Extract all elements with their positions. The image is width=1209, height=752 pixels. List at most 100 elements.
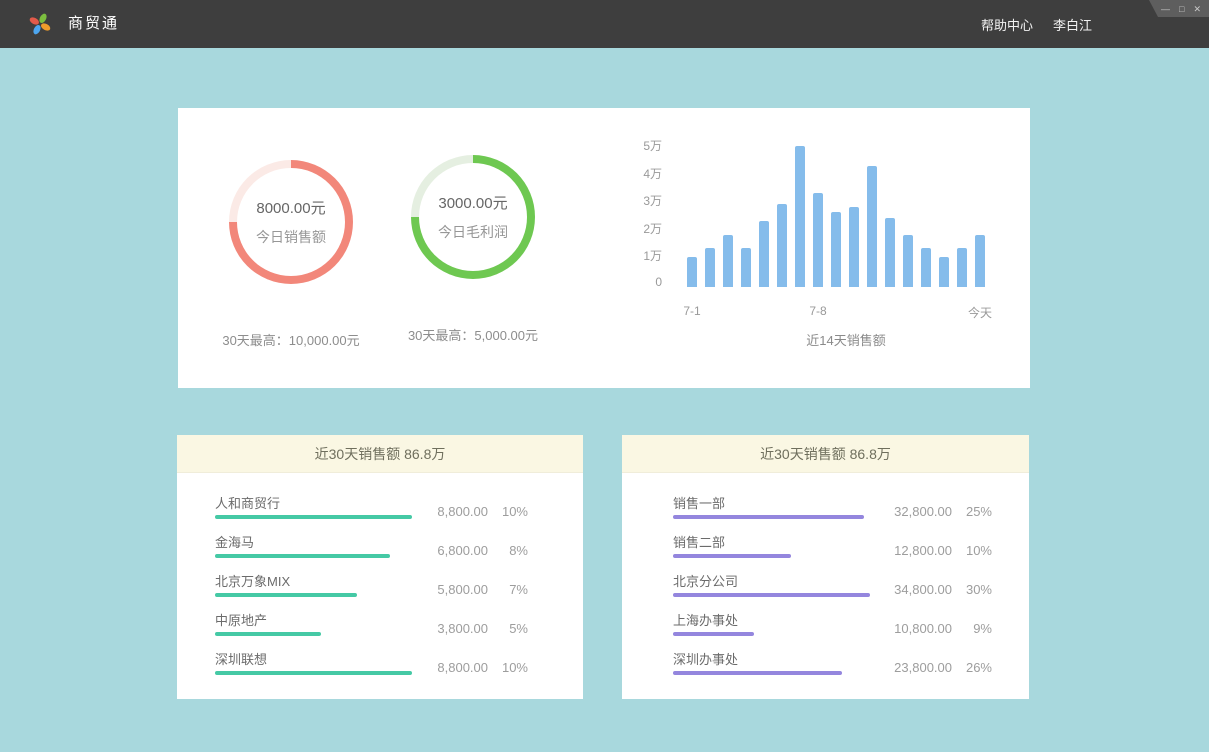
overview-card: 8000.00元 今日销售额 30天最高：10,000.00元 3000.00元… xyxy=(178,108,1030,388)
rank-item-bar xyxy=(673,632,754,636)
rank-row: 北京万象MIX 5,800.007% xyxy=(215,574,528,613)
rank-item-name: 北京分公司 xyxy=(673,574,738,589)
bar xyxy=(813,193,823,287)
y-axis-tick: 3万 xyxy=(608,192,662,209)
rank-item-percent: 5% xyxy=(488,621,528,636)
rank-item-percent: 7% xyxy=(488,582,528,597)
rank-item-amount: 8,800.00 xyxy=(437,660,488,675)
rank-item-name: 销售一部 xyxy=(673,496,725,511)
bar xyxy=(975,235,985,287)
rank-row: 北京分公司 34,800.0030% xyxy=(673,574,992,613)
brand: 商贸通 xyxy=(28,12,119,36)
x-axis-label: 7-8 xyxy=(809,304,826,318)
rank-item-amount: 8,800.00 xyxy=(437,504,488,519)
rank-item-name: 深圳办事处 xyxy=(673,652,738,667)
user-menu[interactable]: 李白江 xyxy=(1053,15,1092,34)
rank-item-percent: 30% xyxy=(952,582,992,597)
bar xyxy=(777,204,787,287)
rank-item-amount: 23,800.00 xyxy=(894,660,952,675)
rank-item-name: 中原地产 xyxy=(215,613,267,628)
bar xyxy=(831,212,841,287)
rank-item-name: 金海马 xyxy=(215,535,254,550)
today-sales-30day-max: 30天最高：10,000.00元 xyxy=(186,330,396,349)
rank-item-bar xyxy=(215,515,412,519)
department-rank-rows: 销售一部 32,800.0025% 销售二部 12,800.0010% 北京分公司 34,… xyxy=(622,473,1029,691)
customer-rank-rows: 人和商贸行8,800.0010%金海马6,800.008%北京万象MIX5,80… xyxy=(177,473,583,691)
bar xyxy=(795,146,805,287)
app-window: 商贸通 帮助中心 李白江 — □ ✕ 8000.00元 今日销售额 30天最高：… xyxy=(0,0,1209,752)
rank-item-values: 3,800.005% xyxy=(437,621,528,636)
rank-item-percent: 25% xyxy=(952,504,992,519)
rank-row: 金海马 6,800.008% xyxy=(215,535,528,574)
bar-chart-bars xyxy=(687,141,987,287)
y-axis-tick: 2万 xyxy=(608,220,662,237)
bar-chart-caption: 近14天销售额 xyxy=(806,330,885,349)
rank-row: 中原地产 3,800.005% xyxy=(215,613,528,652)
bar xyxy=(723,235,733,287)
today-profit-donut-ring: 3000.00元 今日毛利润 xyxy=(411,155,535,279)
y-axis-tick: 0 xyxy=(608,275,662,289)
rank-item-name: 销售二部 xyxy=(673,535,725,550)
bar xyxy=(867,166,877,287)
window-controls: — □ ✕ xyxy=(1149,0,1209,17)
bar xyxy=(687,257,697,287)
bar xyxy=(903,235,913,287)
rank-item-amount: 12,800.00 xyxy=(894,543,952,558)
rank-row: 上海办事处10,800.009% xyxy=(673,613,992,652)
today-profit-label: 今日毛利润 xyxy=(438,222,508,242)
customer-sales-rank-card: 近30天销售额 86.8万 人和商贸行8,800.0010%金海马6,800.0… xyxy=(177,435,583,699)
rank-row: 深圳联想8,800.0010% xyxy=(215,652,528,691)
today-sales-donut-ring: 8000.00元 今日销售额 xyxy=(229,160,353,284)
rank-item-values: 34,800.0030% xyxy=(894,582,992,597)
rank-item-amount: 32,800.00 xyxy=(894,504,952,519)
rank-item-bar xyxy=(215,671,412,675)
pinwheel-logo-icon xyxy=(28,12,52,36)
today-sales-gauge: 8000.00元 今日销售额 30天最高：10,000.00元 xyxy=(186,160,396,349)
today-sales-value: 8000.00元 xyxy=(256,197,325,218)
x-axis-label: 7-1 xyxy=(683,304,700,318)
customer-rank-title: 近30天销售额 86.8万 xyxy=(177,435,583,473)
help-center-link[interactable]: 帮助中心 xyxy=(981,15,1033,34)
bar xyxy=(957,248,967,287)
rank-item-name: 北京万象MIX xyxy=(215,574,290,589)
rank-item-amount: 6,800.00 xyxy=(437,543,488,558)
rank-item-percent: 26% xyxy=(952,660,992,675)
today-sales-donut-center: 8000.00元 今日销售额 xyxy=(237,168,345,276)
rank-item-values: 10,800.009% xyxy=(894,621,992,636)
header-nav: 帮助中心 李白江 xyxy=(981,0,1092,48)
today-profit-30day-max: 30天最高：5,000.00元 xyxy=(368,325,578,344)
bar xyxy=(939,257,949,287)
rank-item-values: 6,800.008% xyxy=(437,543,528,558)
rank-item-values: 8,800.0010% xyxy=(437,660,528,675)
bar xyxy=(759,221,769,287)
rank-item-percent: 10% xyxy=(952,543,992,558)
today-profit-gauge: 3000.00元 今日毛利润 30天最高：5,000.00元 xyxy=(368,155,578,344)
minimize-button[interactable]: — xyxy=(1161,4,1170,14)
rank-item-bar xyxy=(215,632,321,636)
x-axis-label: 今天 xyxy=(968,304,992,321)
rank-item-percent: 8% xyxy=(488,543,528,558)
bar xyxy=(885,218,895,287)
department-sales-rank-card: 近30天销售额 86.8万 销售一部32,800.0025%销售二部12,800… xyxy=(622,435,1029,699)
rank-item-percent: 10% xyxy=(488,660,528,675)
bar xyxy=(849,207,859,287)
rank-item-percent: 10% xyxy=(488,504,528,519)
rank-item-bar xyxy=(215,593,357,597)
rank-row: 深圳办事处 23,800.0026% xyxy=(673,652,992,691)
rank-item-values: 23,800.0026% xyxy=(894,660,992,675)
close-button[interactable]: ✕ xyxy=(1193,4,1201,14)
rank-item-values: 5,800.007% xyxy=(437,582,528,597)
bar xyxy=(921,248,931,287)
rank-item-bar xyxy=(215,554,390,558)
rank-row: 销售一部 32,800.0025% xyxy=(673,496,992,535)
rank-item-bar xyxy=(673,593,870,597)
rank-item-amount: 5,800.00 xyxy=(437,582,488,597)
y-axis-tick: 4万 xyxy=(608,165,662,182)
app-header: 商贸通 帮助中心 李白江 — □ ✕ xyxy=(0,0,1209,48)
rank-item-values: 12,800.0010% xyxy=(894,543,992,558)
rank-item-amount: 3,800.00 xyxy=(437,621,488,636)
rank-item-amount: 34,800.00 xyxy=(894,582,952,597)
bar xyxy=(705,248,715,287)
rank-item-values: 32,800.0025% xyxy=(894,504,992,519)
maximize-button[interactable]: □ xyxy=(1179,4,1184,14)
